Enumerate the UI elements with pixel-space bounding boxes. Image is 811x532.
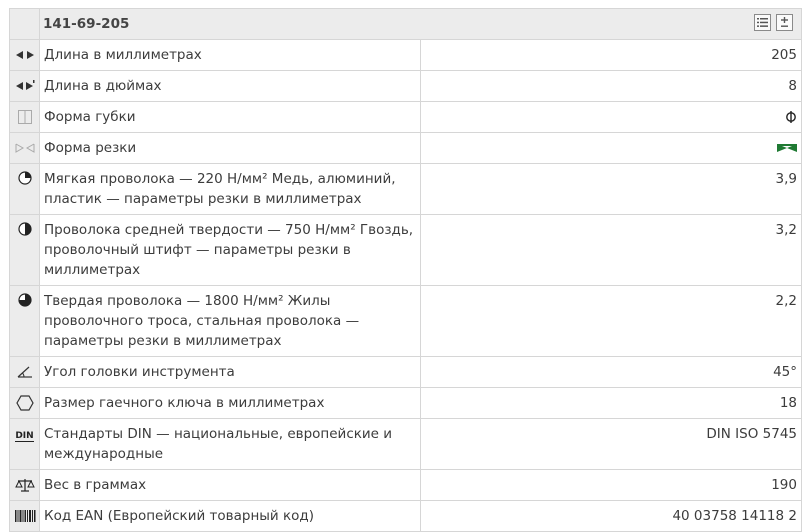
table-row: Форма губки — [9, 101, 802, 133]
scales-icon — [15, 479, 35, 492]
row-label: Размер гаечного ключа в миллиметрах — [39, 387, 421, 419]
list-icon — [757, 18, 768, 27]
row-label: Форма губки — [39, 101, 421, 133]
header-title-cell: 141-69-205 — [39, 8, 802, 40]
barcode-icon — [15, 510, 36, 522]
table-row: Мягкая проволока — 220 Н/мм² Медь, алюми… — [9, 163, 802, 215]
table-row: Угол головки инструмента 45° — [9, 356, 802, 388]
row-label: Длина в дюймах — [39, 70, 421, 102]
row-label: Длина в миллиметрах — [39, 39, 421, 71]
row-label: Форма резки — [39, 132, 421, 164]
table-row: Форма резки — [9, 132, 802, 164]
list-view-button[interactable] — [754, 14, 771, 31]
row-label: Мягкая проволока — 220 Н/мм² Медь, алюми… — [39, 163, 421, 215]
row-value: 8 — [420, 70, 802, 102]
table-row: DIN Стандарты DIN — национальные, европе… — [9, 418, 802, 470]
table-row: Код EAN (Европейский товарный код) 40 03… — [9, 500, 802, 532]
length-arrows-icon — [16, 51, 34, 59]
three-quarter-circle-icon — [18, 293, 32, 307]
row-value: 205 — [420, 39, 802, 71]
plus-minus-icon — [781, 17, 788, 27]
head-angle-icon — [17, 366, 32, 378]
row-value: 3,2 — [420, 214, 802, 286]
table-row: Твердая проволока — 1800 Н/мм² Жилы пров… — [9, 285, 802, 357]
row-value: 190 — [420, 469, 802, 501]
row-label: Твердая проволока — 1800 Н/мм² Жилы пров… — [39, 285, 421, 357]
table-row: Проволока средней твердости — 750 Н/мм² … — [9, 214, 802, 286]
row-label: Угол головки инструмента — [39, 356, 421, 388]
round-jaw-symbol-icon — [786, 111, 796, 123]
spec-table: 141-69-205 Длина в миллиметрах 205 Длина… — [9, 8, 802, 532]
din-icon: DIN — [15, 431, 34, 442]
row-value: 3,9 — [420, 163, 802, 215]
row-value: 18 — [420, 387, 802, 419]
jaw-shape-icon — [18, 110, 32, 124]
table-row: Размер гаечного ключа в миллиметрах 18 — [9, 387, 802, 419]
cutting-shape-icon — [15, 143, 35, 153]
row-label: Проволока средней твердости — 750 Н/мм² … — [39, 214, 421, 286]
table-row: Вес в граммах 190 — [9, 469, 802, 501]
table-row: Длина в миллиметрах 205 — [9, 39, 802, 71]
row-label: Стандарты DIN — национальные, европейски… — [39, 418, 421, 470]
length-inch-arrows-icon — [16, 80, 35, 90]
quarter-circle-icon — [18, 171, 32, 185]
row-value: 40 03758 14118 2 — [420, 500, 802, 532]
row-label: Вес в граммах — [39, 469, 421, 501]
article-number: 141-69-205 — [43, 16, 130, 32]
row-value: 2,2 — [420, 285, 802, 357]
header-icon-cell — [9, 8, 40, 40]
row-value: DIN ISO 5745 — [420, 418, 802, 470]
table-header-row: 141-69-205 — [9, 8, 802, 40]
row-label: Код EAN (Европейский товарный код) — [39, 500, 421, 532]
hexagon-icon — [16, 395, 34, 411]
table-row: Длина в дюймах 8 — [9, 70, 802, 102]
green-bow-tie-icon — [777, 144, 797, 152]
row-value: 45° — [420, 356, 802, 388]
expand-button[interactable] — [776, 14, 793, 31]
half-circle-icon — [18, 222, 32, 236]
